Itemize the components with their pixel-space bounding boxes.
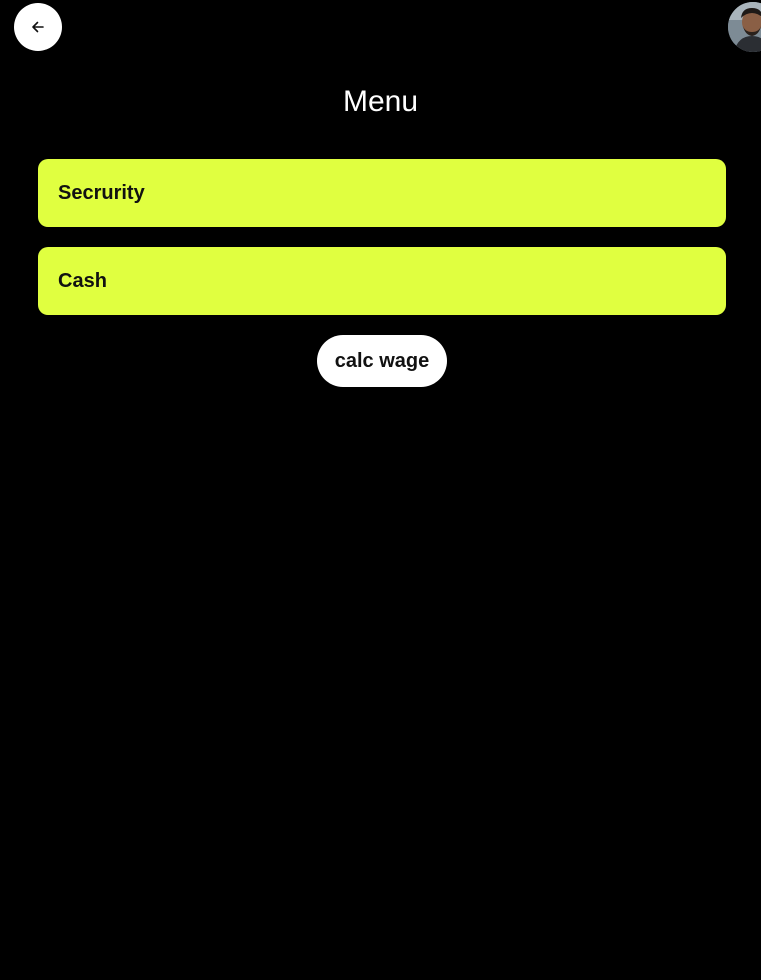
menu-item-label: Cash — [58, 269, 107, 292]
menu-item-cash[interactable]: Cash — [38, 247, 726, 315]
user-avatar-icon — [728, 2, 761, 52]
menu-item-label: Secrurity — [58, 181, 145, 204]
arrow-left-icon — [31, 20, 45, 34]
page-title: Menu — [342, 85, 419, 118]
back-button[interactable] — [14, 3, 62, 51]
calc-wage-button[interactable]: calc wage — [317, 335, 447, 387]
avatar[interactable] — [728, 2, 761, 52]
menu-item-security[interactable]: Secrurity — [38, 159, 726, 227]
